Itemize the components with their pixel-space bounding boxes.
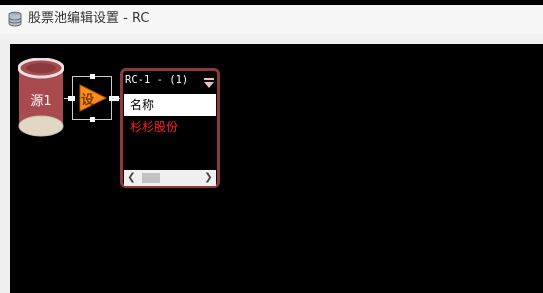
window-title: 股票池编辑设置 - RC <box>28 11 150 26</box>
list-item[interactable]: 杉杉股份 <box>124 116 216 138</box>
database-icon <box>7 11 23 27</box>
horizontal-scrollbar[interactable]: ❮ ❯ <box>124 170 216 186</box>
stock-list[interactable]: 名称 杉杉股份 <box>124 94 216 169</box>
source-node[interactable]: 源1 <box>17 57 65 138</box>
collapse-icon[interactable] <box>203 74 215 88</box>
resize-handle[interactable] <box>70 96 75 101</box>
resize-handle[interactable] <box>90 74 95 79</box>
editor-canvas[interactable]: 源1 设 RC-1 - (1) 名称 杉杉股份 ❮ ❯ <box>10 44 543 293</box>
window-titlebar: 股票池编辑设置 - RC <box>0 5 543 34</box>
connector-handle[interactable] <box>114 96 119 101</box>
scrollbar-thumb[interactable] <box>142 173 160 183</box>
cylinder-icon <box>17 57 65 137</box>
scroll-right-icon[interactable]: ❯ <box>201 170 216 186</box>
triangle-icon <box>79 84 108 112</box>
rc-node[interactable]: RC-1 - (1) 名称 杉杉股份 ❮ ❯ <box>120 68 220 188</box>
list-column-header[interactable]: 名称 <box>124 94 216 116</box>
setter-node[interactable]: 设 <box>70 74 114 122</box>
scroll-left-icon[interactable]: ❮ <box>124 170 139 186</box>
resize-handle[interactable] <box>90 117 95 122</box>
